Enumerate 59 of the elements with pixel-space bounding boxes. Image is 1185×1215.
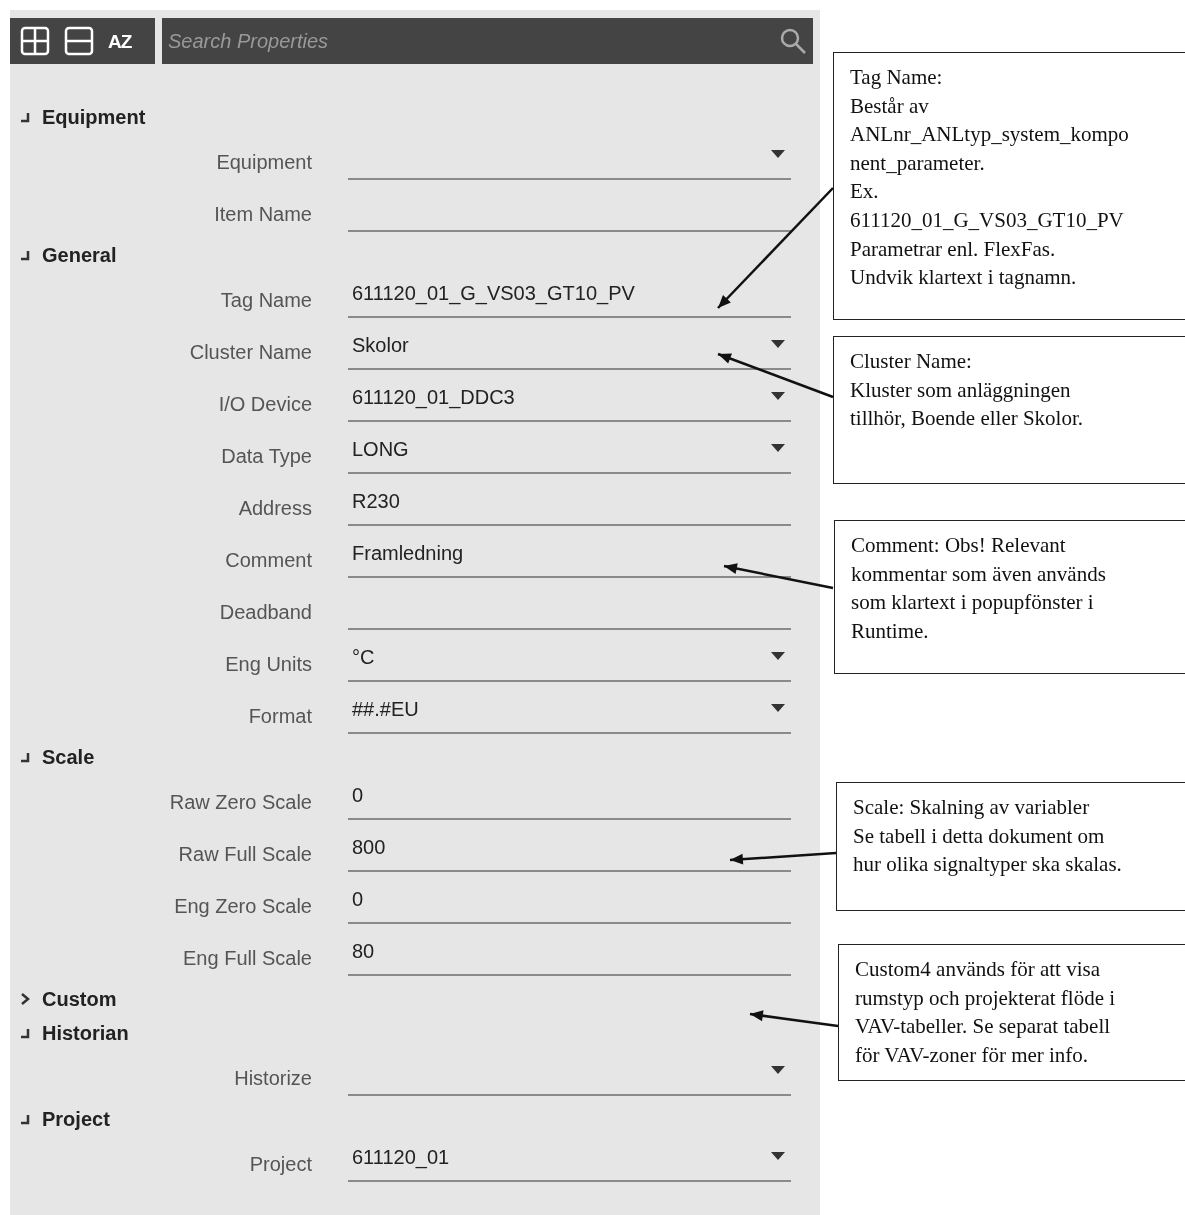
dropdown-field[interactable]: Skolor	[348, 324, 791, 370]
search-field[interactable]: Search Properties	[162, 18, 813, 64]
dropdown-field[interactable]: °C	[348, 636, 791, 682]
property-label: Comment	[224, 548, 312, 573]
dropdown-caret-icon[interactable]	[771, 1066, 785, 1074]
dropdown-caret-icon[interactable]	[771, 392, 785, 400]
property-label: Equipment	[215, 150, 312, 175]
dropdown-caret-icon[interactable]	[771, 150, 785, 158]
dropdown-caret-icon[interactable]	[771, 652, 785, 660]
annotation-note: Comment: Obs! Relevant kommentar som även används som klartext i popupfönster i Runtime.	[834, 520, 1185, 674]
expanded-icon[interactable]	[18, 1112, 32, 1126]
property-label: Cluster Name	[188, 340, 312, 365]
property-label: Eng Zero Scale	[173, 894, 312, 919]
property-label: Item Name	[213, 202, 312, 227]
property-label: Eng Full Scale	[182, 946, 312, 971]
annotation-note: Tag Name: Består av ANLnr_ANLtyp_system_kompo nent_parameter. Ex. 611120_01_G_VS03_GT10_PV Parametrar enl. FlexFas. Undvik klartext i tagnamn.	[833, 52, 1185, 320]
annotation-note: Scale: Skalning av variabler Se tabell i detta dokument om hur olika signaltyper ska skalas.	[836, 782, 1185, 911]
section-title[interactable]: Project	[42, 1104, 110, 1134]
property-label: Format	[247, 704, 312, 729]
text-field[interactable]: 80	[348, 930, 791, 976]
property-label: Data Type	[220, 444, 312, 469]
property-label: Project	[248, 1152, 312, 1177]
property-label: Eng Units	[224, 652, 312, 677]
search-icon[interactable]	[779, 27, 807, 55]
dropdown-caret-icon[interactable]	[771, 704, 785, 712]
dropdown-field[interactable]: 611120_01_DDC3	[348, 376, 791, 422]
text-field[interactable]: 0	[348, 878, 791, 924]
text-field[interactable]: 800	[348, 826, 791, 872]
property-label: Historize	[233, 1066, 312, 1091]
property-label: Tag Name	[219, 288, 312, 313]
text-field[interactable]: Framledning	[348, 532, 791, 578]
section-title[interactable]: Historian	[42, 1018, 129, 1048]
dropdown-field[interactable]: LONG	[348, 428, 791, 474]
section-title[interactable]: Custom	[42, 984, 117, 1014]
property-label: Raw Full Scale	[177, 842, 312, 867]
expanded-icon[interactable]	[18, 248, 32, 262]
dropdown-field[interactable]: 611120_01	[348, 1136, 791, 1182]
section-title[interactable]: General	[42, 240, 117, 270]
dropdown-caret-icon[interactable]	[771, 340, 785, 348]
property-label: Address	[237, 496, 312, 521]
property-label: I/O Device	[217, 392, 312, 417]
sort-button[interactable]: AZ	[108, 31, 132, 51]
expand-all-icon[interactable]	[20, 26, 50, 56]
expanded-icon[interactable]	[18, 110, 32, 124]
section-title[interactable]: Equipment	[42, 102, 146, 132]
text-field[interactable]: 0	[348, 774, 791, 820]
text-field[interactable]: R230	[348, 480, 791, 526]
annotation-note: Cluster Name: Kluster som anläggningen tillhör, Boende eller Skolor.	[833, 336, 1185, 484]
dropdown-caret-icon[interactable]	[771, 444, 785, 452]
collapse-all-icon[interactable]	[64, 26, 94, 56]
dropdown-caret-icon[interactable]	[771, 1152, 785, 1160]
annotation-note: Custom4 används för att visa rumstyp och projekterat flöde i VAV-tabeller. Se separat tabell för VAV-zoner för mer info.	[838, 944, 1185, 1081]
section-title[interactable]: Scale	[42, 742, 95, 772]
expanded-icon[interactable]	[18, 1026, 32, 1040]
dropdown-field[interactable]: ##.#EU	[348, 688, 791, 734]
expanded-icon[interactable]	[18, 750, 32, 764]
property-label: Raw Zero Scale	[168, 790, 312, 815]
property-label: Deadband	[218, 600, 312, 625]
text-field[interactable]: 611120_01_G_VS03_GT10_PV	[348, 272, 791, 318]
